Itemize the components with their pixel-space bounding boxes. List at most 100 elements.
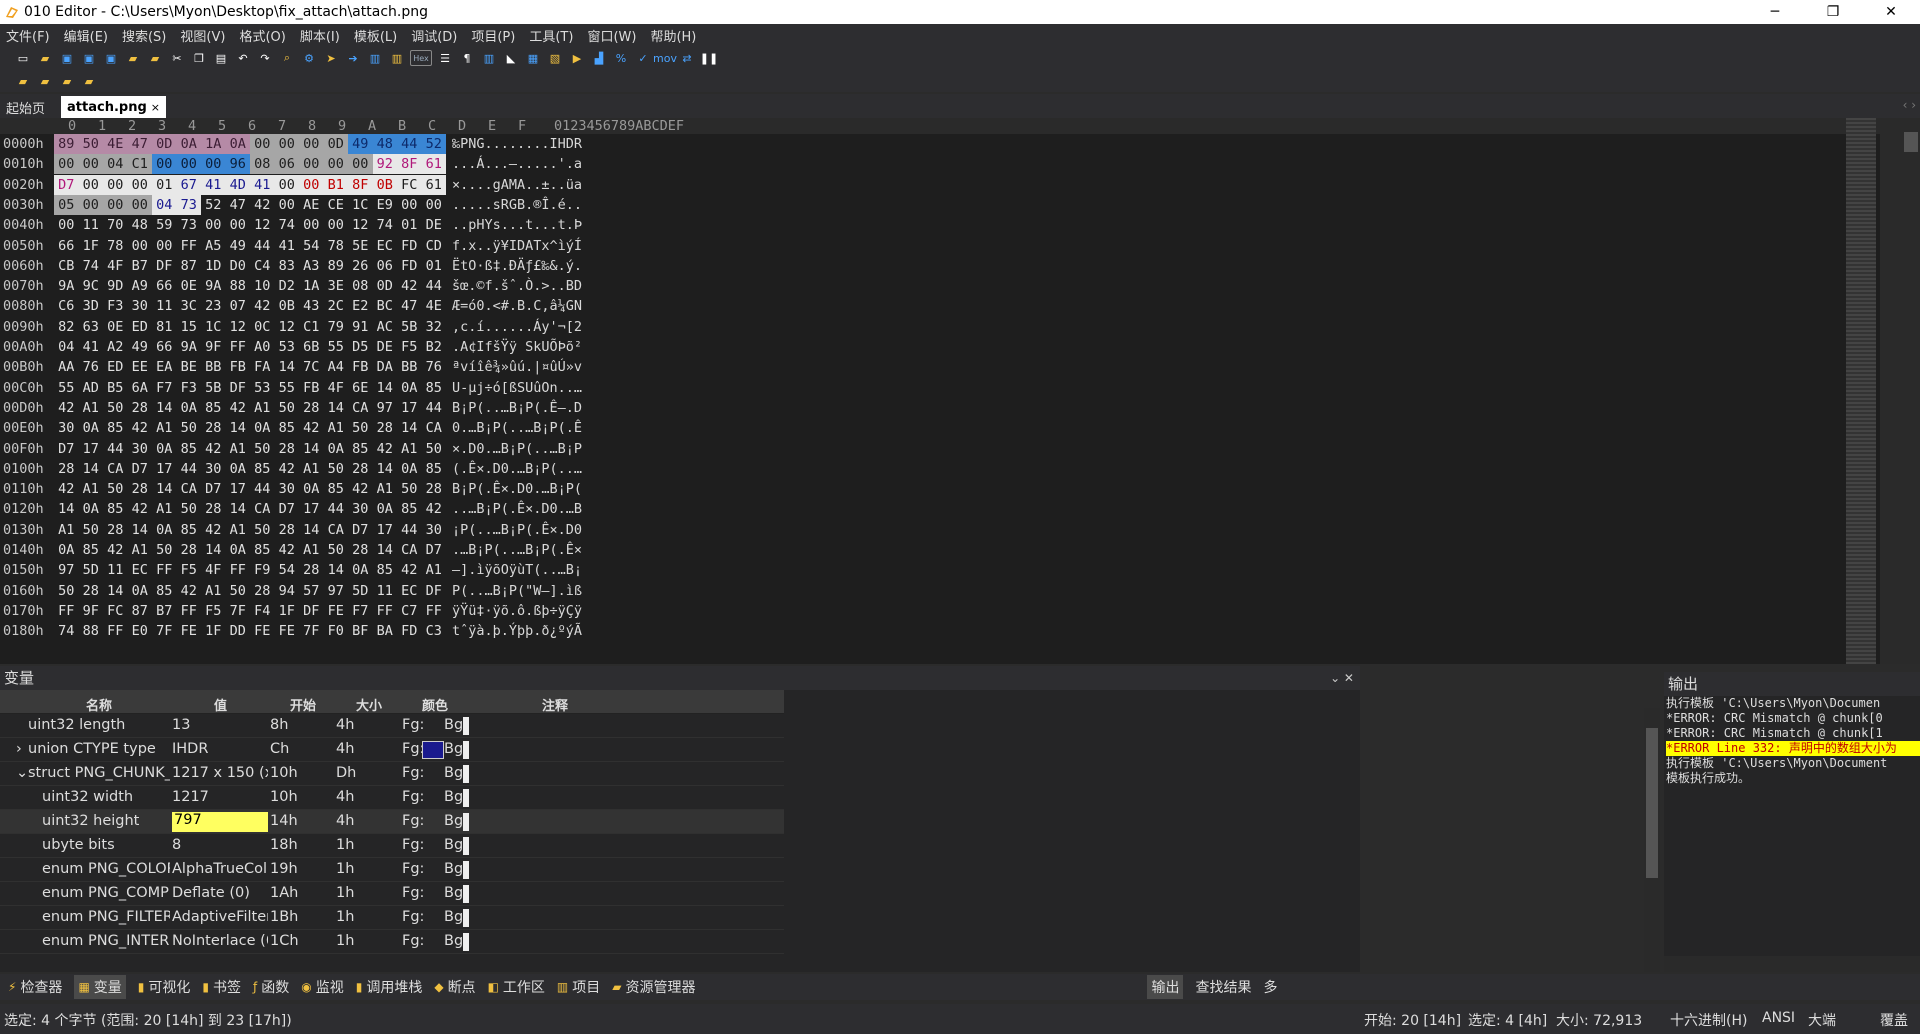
- hex-byte[interactable]: 9A: [177, 337, 202, 357]
- hex-byte[interactable]: 0A: [177, 398, 202, 418]
- hex-byte[interactable]: AA: [54, 357, 79, 377]
- hex-byte[interactable]: 08: [348, 276, 373, 296]
- hex-byte[interactable]: 00: [299, 134, 324, 154]
- hex-byte[interactable]: 52: [421, 134, 446, 154]
- hex-byte[interactable]: 28: [275, 439, 300, 459]
- hex-byte[interactable]: 79: [324, 317, 349, 337]
- hex-byte[interactable]: 85: [250, 540, 275, 560]
- color-swatch[interactable]: [422, 741, 444, 759]
- hex-byte[interactable]: 9F: [79, 601, 104, 621]
- hex-row-ascii[interactable]: 0.…B¡P(..…B¡P(.Ê: [452, 418, 582, 438]
- hex-byte[interactable]: 66: [152, 337, 177, 357]
- hex-byte[interactable]: DE: [373, 337, 398, 357]
- hex-byte[interactable]: 1F: [201, 621, 226, 641]
- hex-byte[interactable]: 6A: [128, 378, 153, 398]
- hex-byte[interactable]: 9A: [201, 276, 226, 296]
- hex-byte[interactable]: C1: [299, 317, 324, 337]
- hex-byte[interactable]: AD: [79, 378, 104, 398]
- hex-byte[interactable]: 78: [324, 236, 349, 256]
- replace-icon[interactable]: ⚙: [300, 50, 318, 66]
- hex-byte[interactable]: C3: [422, 621, 447, 641]
- status-insert-mode[interactable]: 覆盖: [1880, 1010, 1908, 1030]
- hex-byte[interactable]: D7: [128, 459, 153, 479]
- hex-byte[interactable]: 28: [103, 520, 128, 540]
- hex-byte[interactable]: 50: [103, 479, 128, 499]
- hex-mode-icon[interactable]: Hex: [410, 50, 432, 66]
- hex-byte[interactable]: 47: [397, 296, 422, 316]
- hex-byte[interactable]: 50: [250, 520, 275, 540]
- column-header[interactable]: 开始: [290, 695, 316, 714]
- hex-byte[interactable]: 83: [275, 256, 300, 276]
- table-row[interactable]: uint32 width 1217 10h 4h Fg: Bg:: [0, 786, 784, 810]
- hex-byte[interactable]: B5: [103, 378, 128, 398]
- hex-byte[interactable]: FF: [422, 601, 447, 621]
- hex-byte[interactable]: 85: [177, 520, 202, 540]
- hex-byte[interactable]: 00: [152, 236, 177, 256]
- hex-byte[interactable]: F3: [177, 378, 202, 398]
- hex-byte[interactable]: F5: [177, 560, 202, 580]
- pause-icon[interactable]: ❚❚: [700, 50, 718, 66]
- table-row[interactable]: enum PNG_FILTER_...AdaptiveFilter...1Bh 1…: [0, 906, 784, 930]
- hex-byte[interactable]: 00: [299, 154, 324, 175]
- hex-byte[interactable]: 0A: [373, 499, 398, 519]
- hex-byte[interactable]: 85: [275, 418, 300, 438]
- hex-byte[interactable]: A1: [422, 560, 447, 580]
- hex-byte[interactable]: 4E: [422, 296, 447, 316]
- hex-byte[interactable]: 61: [421, 154, 446, 175]
- hex-byte[interactable]: A1: [79, 479, 104, 499]
- hex-byte[interactable]: 28: [128, 398, 153, 418]
- hex-byte[interactable]: D7: [201, 479, 226, 499]
- hex-byte[interactable]: 55: [324, 337, 349, 357]
- hex-byte[interactable]: 42: [250, 296, 275, 316]
- hex-byte[interactable]: 96: [225, 154, 250, 175]
- hex-byte[interactable]: 50: [78, 134, 103, 154]
- pilcrow-icon[interactable]: ¶: [458, 50, 476, 66]
- hex-byte[interactable]: 04: [103, 154, 128, 175]
- variable-value[interactable]: 797: [172, 812, 268, 832]
- hex-byte[interactable]: D7: [54, 439, 79, 459]
- hex-byte[interactable]: 44: [250, 236, 275, 256]
- hex-byte[interactable]: 74: [373, 215, 398, 235]
- hex-row-ascii[interactable]: ×.D0.…B¡P(..…B¡P: [452, 439, 582, 459]
- hex-row-ascii[interactable]: .A¢IfšŸÿ SkUÕÞõ²: [452, 337, 582, 357]
- folder-icon[interactable]: ▰: [124, 50, 142, 66]
- hex-byte[interactable]: 12: [348, 215, 373, 235]
- bottom-tab[interactable]: ▰ 资源管理器: [612, 977, 695, 997]
- hex-byte[interactable]: B7: [128, 256, 153, 276]
- hex-byte[interactable]: 5D: [79, 560, 104, 580]
- hex-byte[interactable]: 14: [373, 459, 398, 479]
- hex-byte[interactable]: DF: [226, 378, 251, 398]
- output-tab[interactable]: 查找结果: [1195, 977, 1251, 997]
- hex-byte[interactable]: 85: [79, 540, 104, 560]
- hex-byte[interactable]: 85: [397, 499, 422, 519]
- hex-byte[interactable]: 74: [275, 215, 300, 235]
- hex-byte[interactable]: 14: [152, 479, 177, 499]
- hex-byte[interactable]: 30: [128, 296, 153, 316]
- hex-byte[interactable]: EC: [373, 236, 398, 256]
- hex-byte[interactable]: 76: [79, 357, 104, 377]
- new-file-icon[interactable]: ▭: [14, 50, 32, 66]
- hex-byte[interactable]: 49: [348, 134, 373, 154]
- hex-byte[interactable]: 41: [275, 236, 300, 256]
- hex-byte[interactable]: 0A: [226, 540, 251, 560]
- hex-byte[interactable]: 0A: [79, 418, 104, 438]
- hex-byte[interactable]: 00: [201, 154, 226, 175]
- hex-byte[interactable]: 00: [422, 195, 447, 215]
- menu-item[interactable]: 调试(D): [411, 26, 457, 45]
- hex-byte[interactable]: 97: [54, 560, 79, 580]
- hex-byte[interactable]: 0A: [152, 439, 177, 459]
- hex-byte[interactable]: 50: [177, 499, 202, 519]
- hex-row-ascii[interactable]: U-µj÷ó[ßSUûOn..…: [452, 378, 582, 398]
- hex-byte[interactable]: 28: [299, 398, 324, 418]
- hex-byte[interactable]: DE: [422, 215, 447, 235]
- hex-byte[interactable]: 42: [275, 540, 300, 560]
- hex-byte[interactable]: EE: [128, 357, 153, 377]
- hex-byte[interactable]: 14: [79, 459, 104, 479]
- hex-row-ascii[interactable]: ..…B¡P(.Ê×.D0.…B: [452, 499, 582, 519]
- hex-byte[interactable]: 97: [373, 398, 398, 418]
- hex-byte[interactable]: 12: [275, 317, 300, 337]
- hex-byte[interactable]: 0A: [128, 581, 153, 601]
- close-file-icon[interactable]: ▰: [146, 50, 164, 66]
- hex-byte[interactable]: 0D: [152, 134, 177, 154]
- hex-byte[interactable]: 5B: [397, 317, 422, 337]
